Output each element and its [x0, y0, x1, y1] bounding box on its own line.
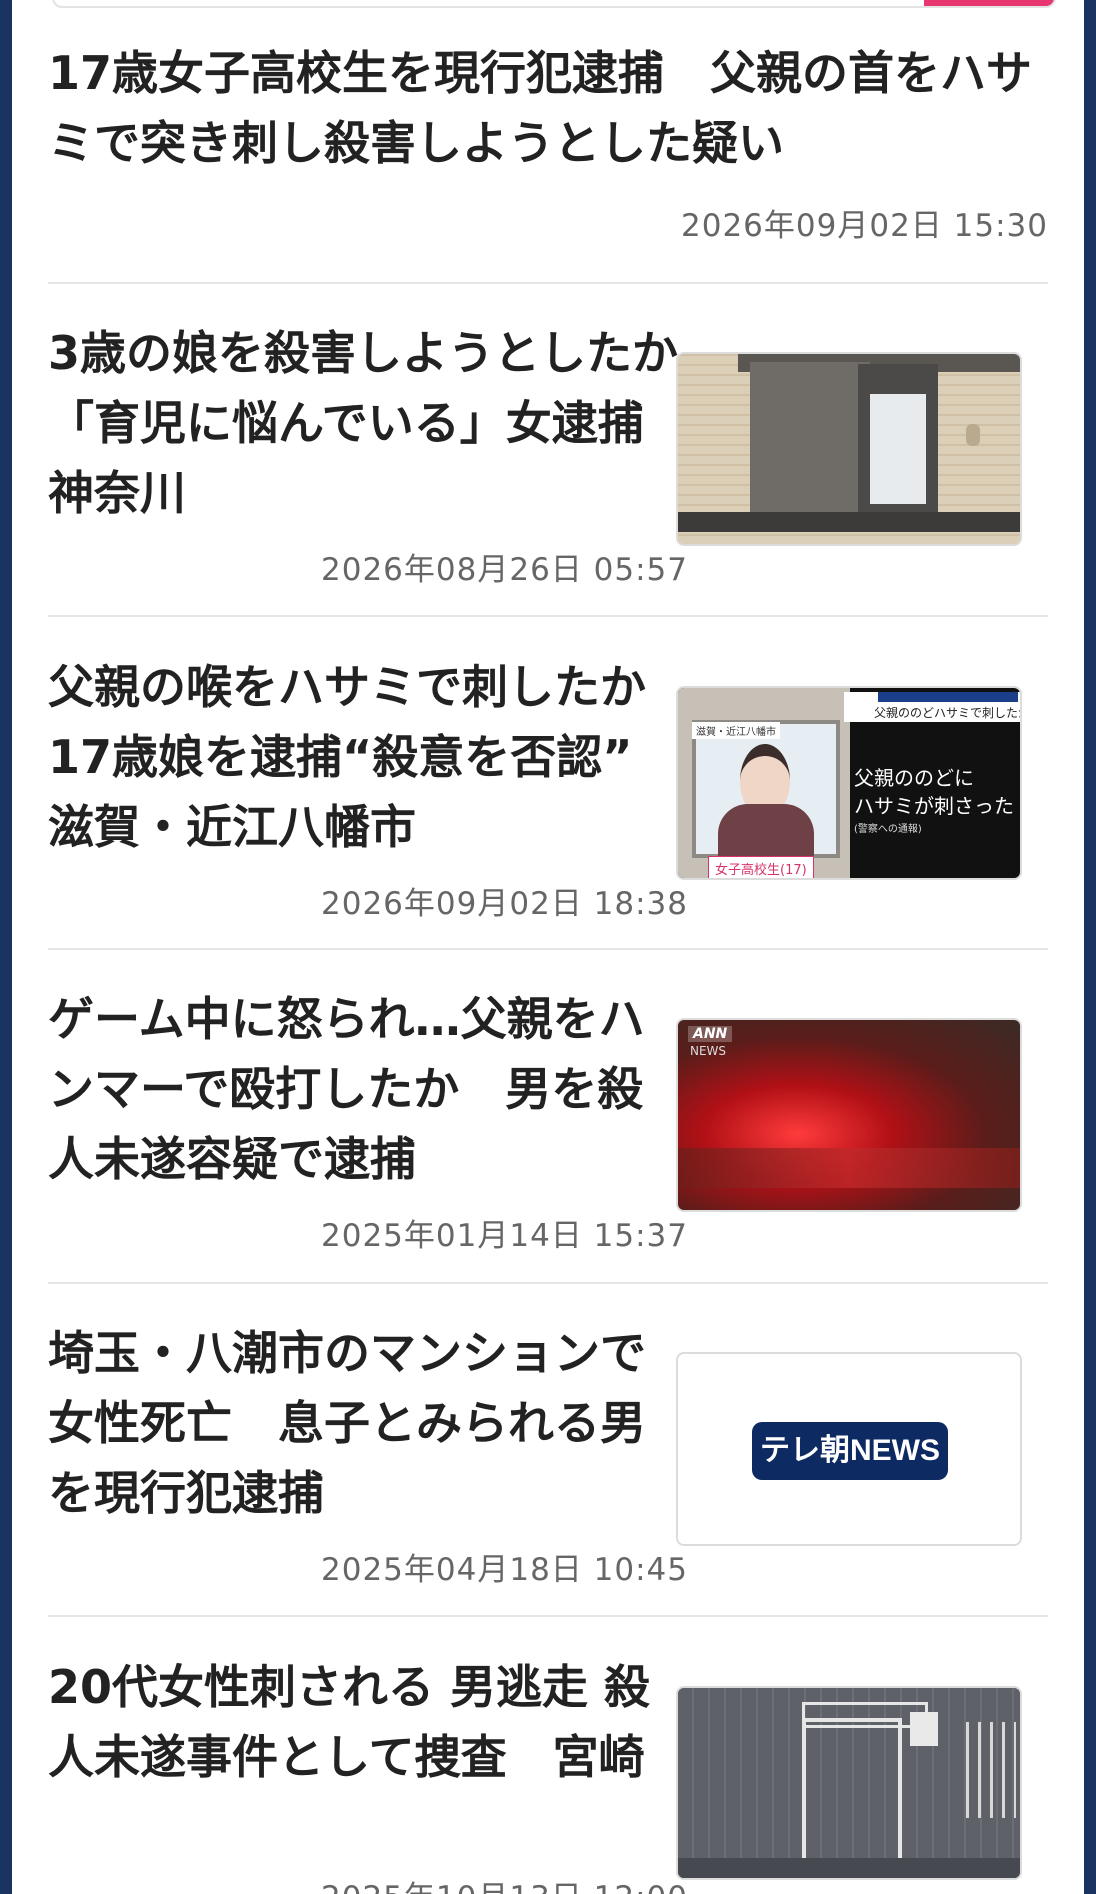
tv-asahi-news-logo: テレ朝NEWS	[752, 1422, 948, 1480]
search-bar[interactable]	[52, 0, 1056, 8]
divider	[48, 1282, 1048, 1284]
thumbnail-caption-note: (警察への通報)	[854, 824, 922, 835]
article-thumbnail[interactable]	[676, 352, 1022, 546]
news-list-page: 17歳女子高校生を現行犯逮捕 父親の首をハサミで突き刺し殺害しようとした疑い 2…	[12, 0, 1084, 1894]
thumbnail-caption-line1: 父親ののどに	[854, 766, 974, 790]
article-title[interactable]: ゲーム中に怒られ…父親をハンマーで殴打したか 男を殺人未遂容疑で逮捕	[48, 984, 688, 1194]
article-date: 2025年01月14日 15:37	[321, 1218, 688, 1254]
article-title[interactable]: 20代女性刺される 男逃走 殺人未遂事件として捜査 宮崎	[48, 1652, 688, 1792]
divider	[48, 1615, 1048, 1617]
article-thumbnail[interactable]: 滋賀・近江八幡市 女子高校生(17) 父親ののどハサミで刺したか 父親ののどに …	[676, 686, 1022, 880]
article-date: 2025年10月13日 12:00	[321, 1872, 688, 1894]
article-title[interactable]: 3歳の娘を殺害しようとしたか 「育児に悩んでいる」女逮捕 神奈川	[48, 318, 688, 528]
article-thumbnail[interactable]: テレ朝NEWS	[676, 1352, 1022, 1546]
divider	[48, 615, 1048, 617]
article-date: 2026年08月26日 05:57	[321, 552, 688, 588]
article-title[interactable]: 父親の喉をハサミで刺したか 17歳娘を逮捕“殺意を否認” 滋賀・近江八幡市	[48, 652, 688, 862]
divider	[48, 282, 1048, 284]
article-title[interactable]: 埼玉・八潮市のマンションで女性死亡 息子とみられる男を現行犯逮捕	[48, 1318, 688, 1528]
article-thumbnail[interactable]	[676, 1686, 1022, 1880]
thumbnail-banner-text: 父親ののどハサミで刺したか	[874, 706, 1022, 720]
ann-logo-sub: NEWS	[690, 1044, 727, 1058]
thumbnail-caption-line2: ハサミが刺さった	[854, 794, 1014, 818]
article-date: 2026年09月02日 18:38	[321, 886, 688, 922]
divider	[48, 948, 1048, 950]
article-title[interactable]: 17歳女子高校生を現行犯逮捕 父親の首をハサミで突き刺し殺害しようとした疑い	[48, 38, 1048, 178]
thumbnail-place-caption: 滋賀・近江八幡市	[692, 722, 780, 739]
article-date: 2026年09月02日 15:30	[681, 208, 1048, 244]
search-button[interactable]	[924, 0, 1054, 6]
thumbnail-person-tag: 女子高校生(17)	[708, 856, 814, 878]
article-thumbnail[interactable]: ANN NEWS	[676, 1018, 1022, 1212]
article-date: 2025年04月18日 10:45	[321, 1552, 688, 1588]
article-item[interactable]: 17歳女子高校生を現行犯逮捕 父親の首をハサミで突き刺し殺害しようとした疑い 2…	[48, 38, 1048, 244]
ann-logo: ANN	[688, 1026, 733, 1042]
